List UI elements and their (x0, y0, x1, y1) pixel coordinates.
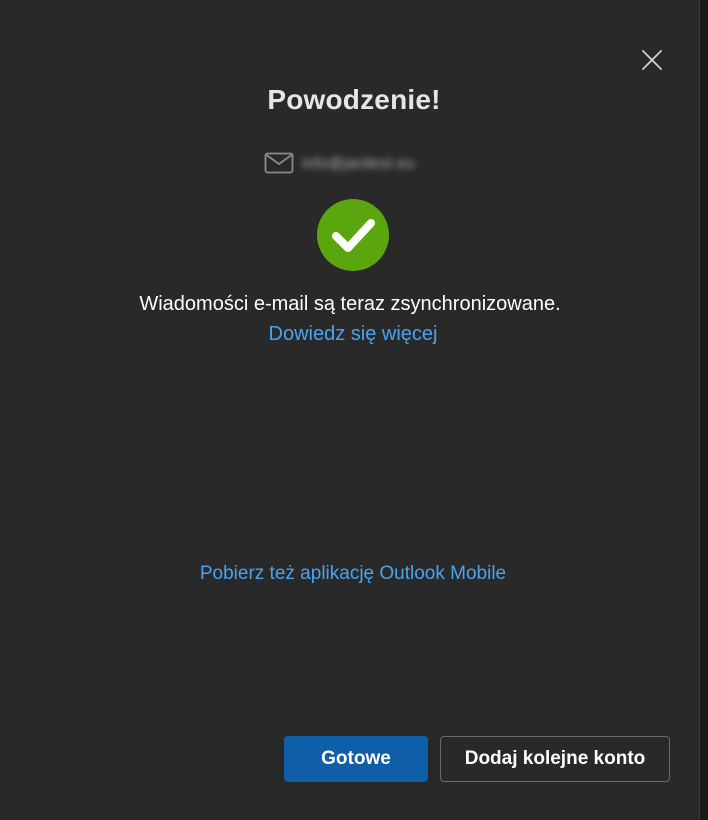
checkmark-circle-icon (317, 199, 389, 271)
dialog-title: Powodzenie! (267, 84, 441, 115)
done-button[interactable]: Gotowe (284, 736, 428, 782)
success-dialog: Powodzenie! info@jardest.eu Wiadomości e… (0, 0, 700, 820)
account-row: info@jardest.eu (264, 150, 415, 176)
learn-more-link[interactable]: Dowiedz się więcej (0, 323, 706, 346)
outlook-mobile-link[interactable]: Pobierz też aplikację Outlook Mobile (0, 563, 706, 585)
mail-icon (264, 151, 294, 175)
close-icon (642, 50, 662, 70)
sync-message: Wiadomości e-mail są teraz zsynchronizow… (139, 293, 561, 315)
add-another-account-button[interactable]: Dodaj kolejne konto (440, 736, 670, 782)
close-button[interactable] (636, 44, 668, 76)
account-email: info@jardest.eu (302, 154, 415, 172)
